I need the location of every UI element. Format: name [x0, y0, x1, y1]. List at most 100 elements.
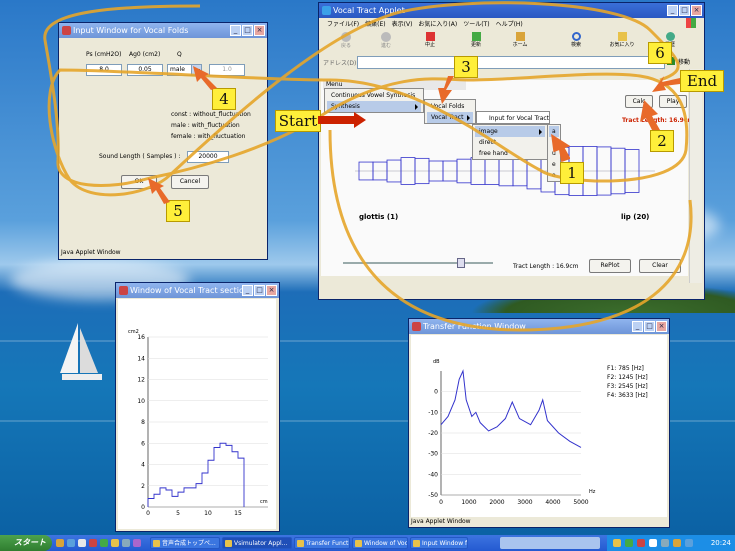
system-tray: 20:24 [607, 535, 735, 551]
tract-slider[interactable] [343, 258, 493, 268]
scrollbar-vertical[interactable] [689, 69, 702, 283]
task-input[interactable]: Input Window fo... [410, 537, 468, 549]
favorites-button[interactable]: お気に入り [607, 32, 637, 48]
menu-item-direct[interactable]: direct [475, 137, 545, 148]
close-button[interactable]: × [254, 25, 265, 36]
minimize-button[interactable]: _ [632, 321, 643, 332]
maximize-button[interactable]: □ [679, 5, 690, 16]
start-button[interactable]: スタート [0, 535, 52, 551]
menu-view[interactable]: 表示(V) [392, 19, 413, 28]
task-top-page[interactable]: 音声合成トップペ... [150, 537, 220, 549]
menu-edit[interactable]: 編集(E) [365, 19, 385, 28]
quick-launch-icon[interactable] [111, 539, 119, 547]
end-callout: End [680, 70, 724, 92]
address-label: アドレス(D) [323, 60, 357, 67]
home-label: ホーム [512, 42, 528, 48]
tray-icon[interactable] [661, 539, 669, 547]
maximize-button[interactable]: □ [644, 321, 655, 332]
menu-help[interactable]: ヘルプ(H) [496, 19, 523, 28]
ps-label: Ps (cmH2O) [86, 51, 122, 58]
menu-item-synthesis[interactable]: Synthesis [327, 101, 421, 112]
vocal-tract-label: Vocal Tract [431, 114, 464, 121]
clock: 20:24 [710, 539, 731, 547]
go-button[interactable]: 移動 [667, 56, 701, 67]
direct-label: direct [479, 139, 497, 146]
cancel-button[interactable]: Cancel [171, 175, 209, 189]
x-tick-label: 3000 [517, 499, 532, 506]
quick-launch-icon[interactable] [56, 539, 64, 547]
close-button[interactable]: × [691, 5, 702, 16]
quick-launch-icon[interactable] [78, 539, 86, 547]
y-tick-label: 14 [137, 355, 145, 362]
browser-titlebar[interactable]: Vocal Tract Applet _ □ × [319, 3, 704, 18]
home-button[interactable]: ホーム [507, 32, 533, 48]
sound-length-field[interactable]: 20000 [187, 151, 229, 163]
close-button[interactable]: × [656, 321, 667, 332]
forward-button[interactable]: 進む [373, 32, 399, 49]
window-titlebar[interactable]: Transfer Function Window _ □ × [409, 319, 669, 334]
quick-launch-icon[interactable] [133, 539, 141, 547]
clear-button[interactable]: Clear [639, 259, 681, 273]
stop-label: 中止 [424, 42, 435, 48]
minimize-button[interactable]: _ [230, 25, 241, 36]
back-button[interactable]: 戻る [333, 32, 359, 49]
maximize-button[interactable]: □ [242, 25, 253, 36]
window-titlebar[interactable]: Window of Vocal Tract section _ □ × [116, 283, 279, 298]
y-tick-label: 8 [141, 419, 145, 426]
tray-icon[interactable] [649, 539, 657, 547]
replot-button[interactable]: RePlot [589, 259, 631, 273]
task-vsimulator[interactable]: Vsimulator Appl... [222, 537, 292, 549]
menu-tools[interactable]: ツール(T) [463, 19, 489, 28]
back-label: 戻る [340, 43, 351, 49]
ag0-field[interactable]: 0.05 [127, 64, 163, 76]
minimize-button[interactable]: _ [242, 285, 253, 296]
window-titlebar[interactable]: Input Window for Vocal Folds _ □ × [59, 23, 267, 38]
tray-icon[interactable] [673, 539, 681, 547]
maximize-button[interactable]: □ [254, 285, 265, 296]
stop-button[interactable]: 中止 [417, 32, 443, 48]
quick-launch-icon[interactable] [100, 539, 108, 547]
menu-item-free-hand[interactable]: free hand [475, 148, 545, 159]
gender-value: male [170, 66, 185, 73]
x-unit-label: Hz [589, 489, 596, 495]
slider-thumb[interactable] [457, 258, 465, 268]
transfer-chart: -50 -40 -30 -20 -10 0 0 1000 2000 3000 4000 5000 dB H… [428, 359, 596, 506]
menu-item-vocal-tract[interactable]: Vocal Tract [427, 112, 473, 123]
sound-length-label: Sound Length ( Samples ) : [99, 153, 181, 160]
tray-icon[interactable] [637, 539, 645, 547]
menu-file[interactable]: ファイル(F) [327, 19, 359, 28]
free-hand-label: free hand [479, 150, 508, 157]
tray-icon[interactable] [685, 539, 693, 547]
quick-launch [56, 538, 148, 548]
task-transfer[interactable]: Transfer Functi... [294, 537, 350, 549]
formant-list: F1: 785 [Hz] F2: 1245 [Hz] F3: 2545 [Hz]… [607, 364, 648, 400]
search-label: 検索 [570, 42, 581, 48]
refresh-button[interactable]: 更新 [463, 32, 489, 48]
menu-item-continuous[interactable]: Continuous Vowel Synthesis [327, 90, 421, 101]
quick-launch-icon[interactable] [89, 539, 97, 547]
step-2-callout: 2 [650, 130, 674, 152]
step-4-arrow-icon [193, 66, 217, 90]
y-tick-label: -30 [428, 451, 438, 458]
quick-launch-icon[interactable] [67, 539, 75, 547]
home-icon [515, 32, 525, 41]
task-section[interactable]: Window of Voca... [352, 537, 408, 549]
quick-launch-icon[interactable] [122, 539, 130, 547]
back-icon [341, 32, 351, 42]
search-button[interactable]: 検索 [563, 32, 589, 48]
close-button[interactable]: × [266, 285, 277, 296]
ps-field[interactable]: 8.0 [86, 64, 122, 76]
applet-menu: Continuous Vowel Synthesis Synthesis [324, 88, 424, 113]
menu-item-image[interactable]: image [475, 126, 545, 137]
minimize-button[interactable]: _ [667, 5, 678, 16]
x-tick-label: 15 [234, 510, 242, 517]
end-arrow-icon [652, 76, 680, 92]
menu-favorites[interactable]: お気に入り(A) [418, 19, 457, 28]
address-input[interactable] [357, 56, 665, 69]
taskbar: スタート 音声合成トップペ... Vsimulator Appl... Tran… [0, 535, 735, 551]
vowel-o[interactable]: o [549, 170, 559, 181]
tract-length-bottom: Tract Length : 16.9cm [513, 263, 579, 270]
tray-icon[interactable] [625, 539, 633, 547]
tray-icon[interactable] [613, 539, 621, 547]
tract-input-submenu: image direct free hand [472, 124, 548, 160]
